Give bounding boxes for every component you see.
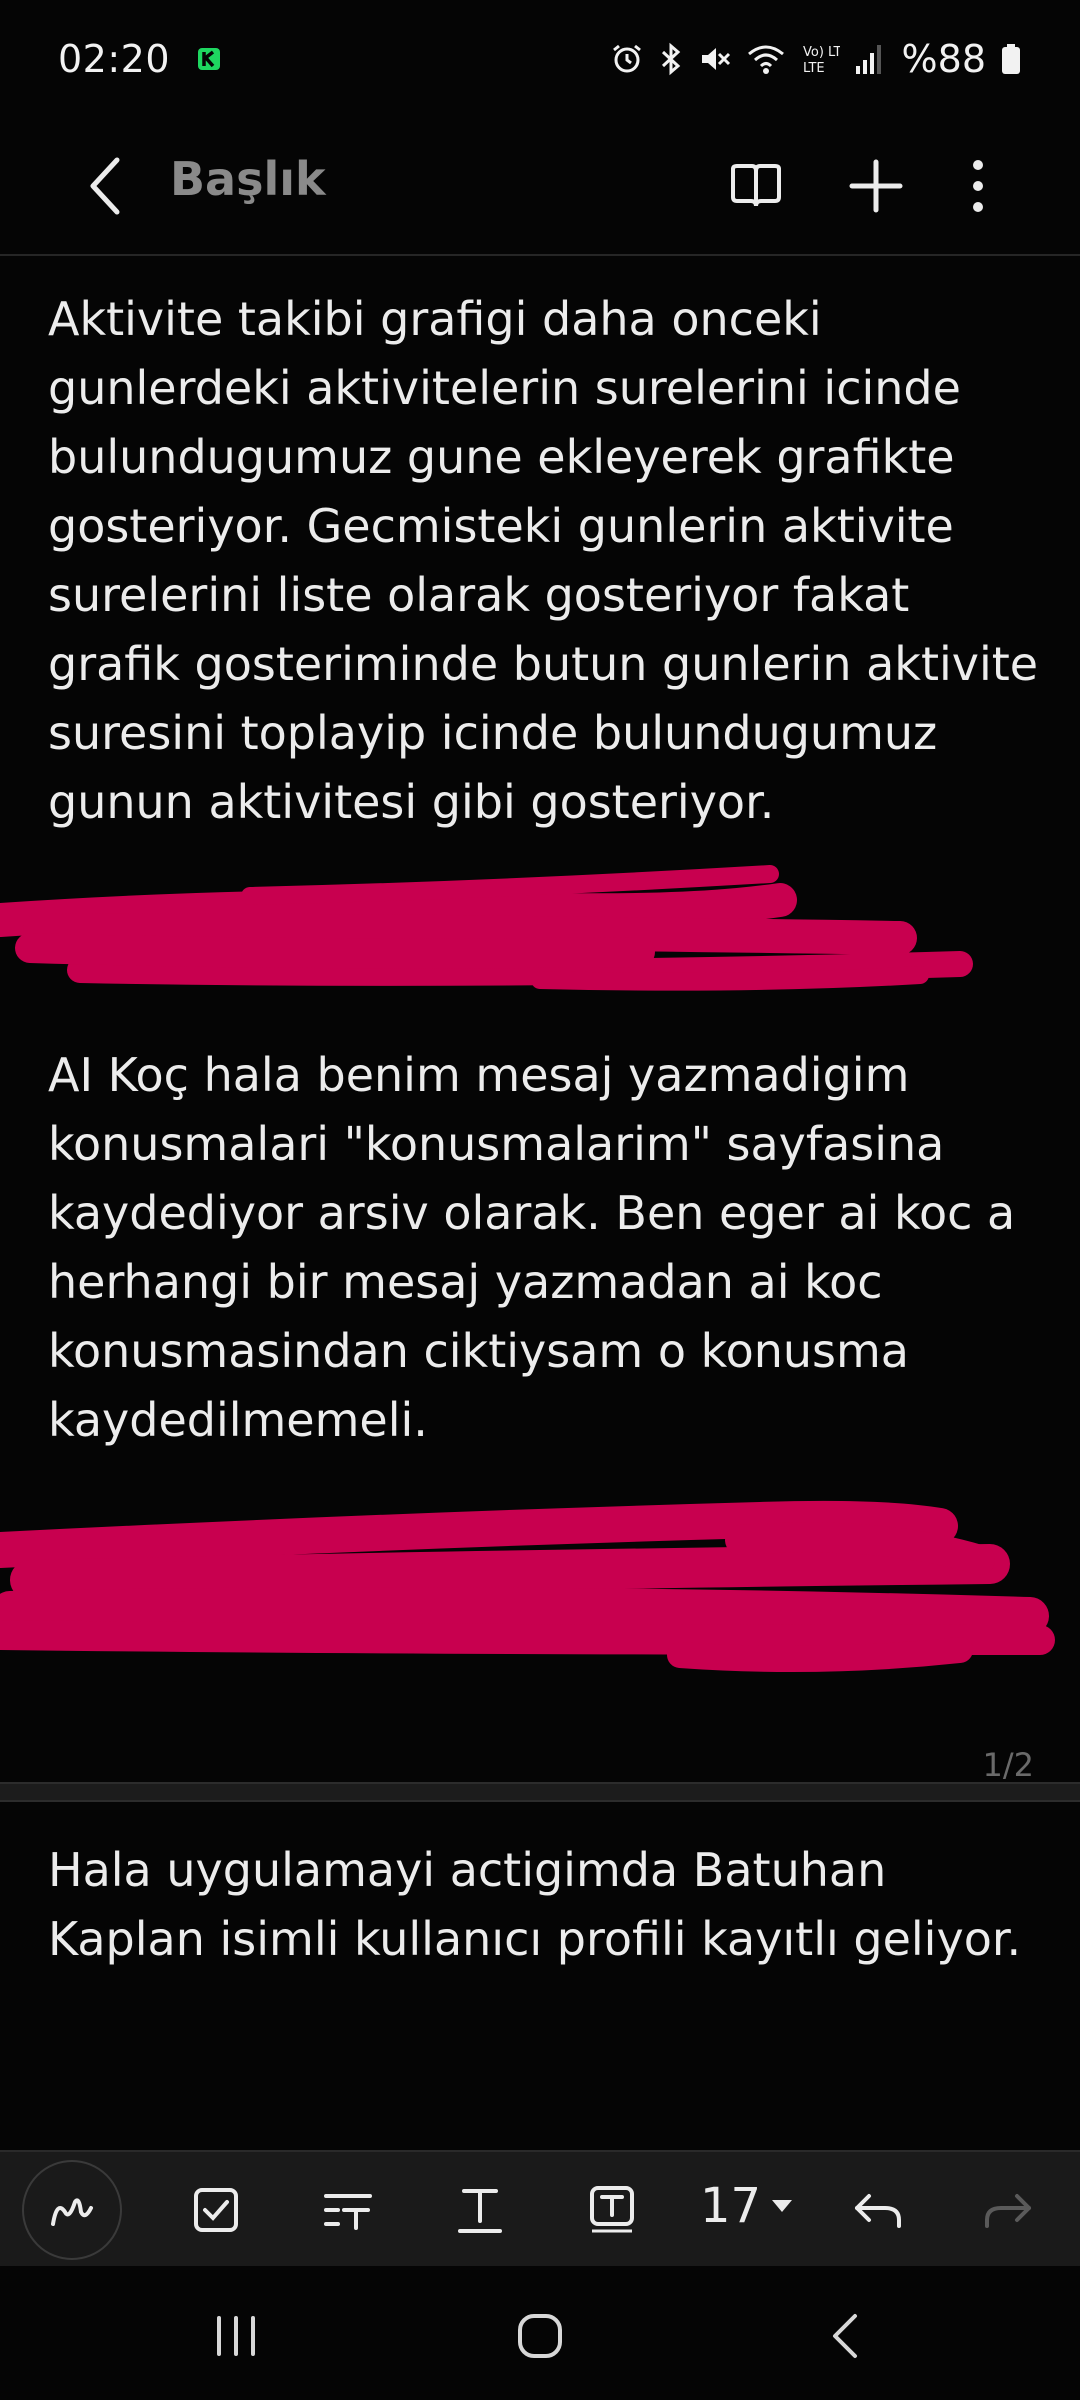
svg-text:Vo) LTE: Vo) LTE [803,45,840,60]
text-line: konusmalari "konusmalarim" sayfasina [48,1117,945,1171]
notes-screen: 02:20 Vo) LT LTE %88 Başlık Aktivite tak… [0,0,1080,2400]
note-paragraph-3[interactable]: Hala uygulamayi actigimda Batuhan Kaplan… [48,1836,1048,1974]
undo-icon [855,2194,901,2228]
k-app-icon [198,48,221,70]
reading-mode-button[interactable] [714,144,798,228]
add-button[interactable] [834,144,918,228]
checkbox-icon [194,2188,238,2232]
recents-button[interactable] [176,2286,296,2386]
text-line: surelerini liste olarak gosteriyor fakat [48,568,910,622]
alarm-icon [612,44,641,73]
text-line: gosteriyor. Gecmisteki gunlerin aktivite [48,499,954,553]
app-header: Başlık [0,118,1080,254]
more-options-button[interactable] [936,144,1020,228]
font-size-selector[interactable]: 17 [700,2178,793,2234]
text-box-button[interactable] [562,2160,662,2260]
status-left: 02:20 [58,37,222,81]
signal-icon [855,45,881,74]
checklist-button[interactable] [166,2160,266,2260]
page-indicator: 1/2 [982,1746,1035,1784]
status-time: 02:20 [58,37,171,81]
battery-percent: %88 [901,37,986,81]
plus-icon [849,159,903,213]
redaction-scribble-2 [0,1500,1055,1672]
home-icon [518,2314,562,2358]
page-separator [0,1782,1080,1802]
text-line: gunlerdeki aktivitelerin surelerini icin… [48,361,961,415]
back-nav-button[interactable] [784,2286,904,2386]
handwriting-button[interactable] [22,2160,122,2260]
back-button[interactable] [70,142,140,230]
book-icon [731,164,781,207]
chevron-down-icon [772,2200,793,2212]
redaction-scribble-1 [0,865,973,991]
paragraph-style-button[interactable] [298,2160,398,2260]
text-line: kaydedilmemeli. [48,1393,428,1447]
text-line: AI Koç hala benim mesaj yazmadigim [48,1048,910,1102]
text-line: suresini toplayip icinde bulundugumuz [48,706,938,760]
text-line: grafik gosteriminde butun gunlerin aktiv… [48,637,1039,691]
mute-icon [701,48,730,70]
note-paragraph-2[interactable]: AI Koç hala benim mesaj yazmadigim konus… [48,1041,1048,1455]
text-line: gunun aktivitesi gibi gosteriyor. [48,775,775,829]
status-right: Vo) LTE LTE %88 [610,37,1022,81]
note-paragraph-1[interactable]: Aktivite takibi grafigi daha onceki gunl… [48,285,1048,837]
battery-icon [1002,44,1020,74]
note-title[interactable]: Başlık [170,152,326,206]
text-line: herhangi bir mesaj yazmadan ai koc [48,1255,883,1309]
redo-icon [985,2194,1031,2228]
back-icon [90,157,120,215]
text-style-icon [324,2194,372,2230]
text-line: Hala uygulamayi actigimda Batuhan [48,1843,887,1897]
system-navigation-bar [0,2266,1080,2400]
text-box-icon [590,2186,634,2233]
header-divider [0,254,1080,256]
home-button[interactable] [480,2286,600,2386]
font-size-value: 17 [700,2178,762,2234]
text-line: konusmasindan ciktiysam o konusma [48,1324,909,1378]
text-line: bulundugumuz gune ekleyerek grafikte [48,430,955,484]
wifi-icon [747,45,784,74]
formatting-toolbar: 17 [0,2150,1080,2266]
undo-button[interactable] [828,2160,928,2260]
svg-text:LTE: LTE [803,61,825,76]
recents-icon [217,2316,255,2356]
status-bar: 02:20 Vo) LT LTE %88 [0,0,1080,118]
text-format-button[interactable] [430,2160,530,2260]
text-line: kaydediyor arsiv olarak. Ben eger ai koc… [48,1186,1016,1240]
text-line: Aktivite takibi grafigi daha onceki [48,292,822,346]
back-nav-icon [833,2314,857,2358]
bluetooth-icon [661,42,680,76]
pen-icon [51,2198,93,2226]
volte-icon: Vo) LTE LTE [803,45,840,76]
more-vert-icon [973,160,983,212]
text-line: Kaplan isimli kullanıcı profili kayıtlı … [48,1912,1022,1966]
text-format-icon [458,2189,502,2233]
redo-button[interactable] [958,2160,1058,2260]
